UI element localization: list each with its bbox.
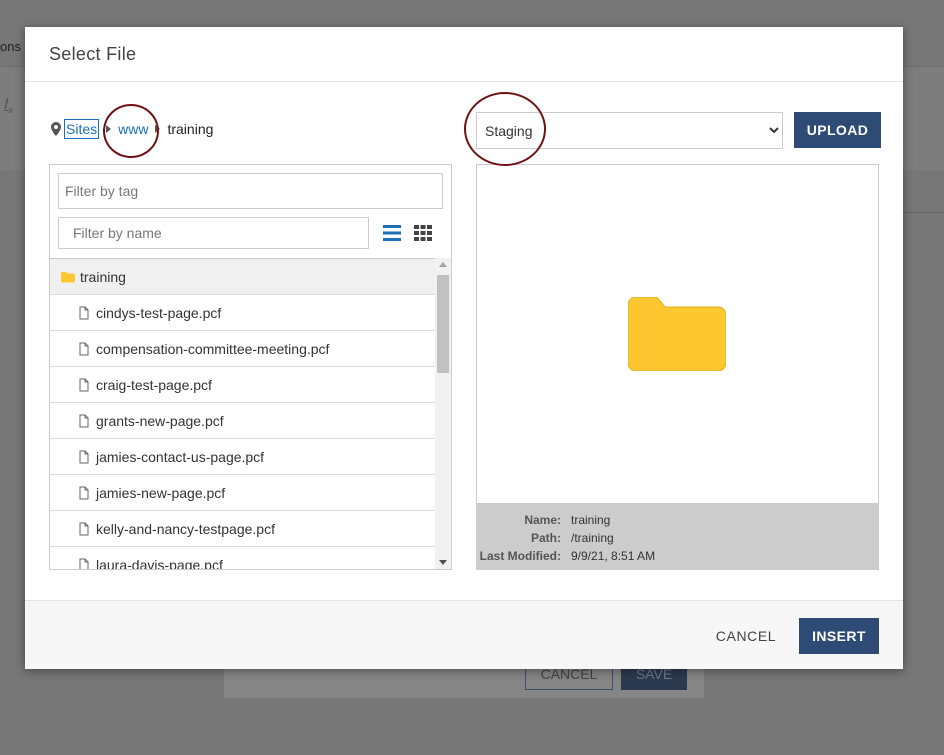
list-item[interactable]: craig-test-page.pcf: [50, 367, 435, 403]
breadcrumb-current: training: [167, 121, 214, 137]
file-icon: [79, 558, 89, 569]
list-item[interactable]: jamies-new-page.pcf: [50, 475, 435, 511]
list-item-folder[interactable]: training: [50, 259, 435, 295]
file-icon: [79, 306, 89, 319]
list-item[interactable]: grants-new-page.pcf: [50, 403, 435, 439]
list-item-label: laura-davis-page.pcf: [96, 556, 223, 570]
map-marker-icon: [51, 122, 61, 136]
info-value: /training: [571, 531, 614, 545]
clear-formatting-icon: Ix: [4, 96, 13, 116]
scrollbar-thumb[interactable]: [437, 275, 449, 373]
list-item-label: training: [80, 268, 126, 285]
info-row-modified: Last Modified: 9/9/21, 8:51 AM: [477, 547, 878, 565]
info-row-path: Path: /training: [477, 529, 878, 547]
info-label: Name:: [524, 513, 561, 527]
upload-button[interactable]: UPLOAD: [794, 112, 881, 148]
breadcrumb: Sites www training: [51, 118, 213, 140]
modal-title: Select File: [49, 44, 137, 64]
scroll-up-arrow-icon[interactable]: [439, 262, 447, 267]
background-divider: [903, 212, 944, 213]
modal-header: Select File: [25, 27, 903, 82]
file-icon: [79, 378, 89, 391]
info-label: Path:: [531, 531, 561, 545]
cancel-button[interactable]: CANCEL: [703, 619, 789, 653]
file-icon: [79, 522, 89, 535]
info-row-name: Name: training: [477, 511, 878, 529]
list-item-label: kelly-and-nancy-testpage.pcf: [96, 520, 275, 537]
info-label: Last Modified:: [479, 549, 561, 563]
list-item-label: jamies-new-page.pcf: [96, 484, 226, 501]
insert-button[interactable]: INSERT: [799, 618, 879, 654]
list-item-label: jamies-contact-us-page.pcf: [96, 448, 265, 465]
list-item-label: grants-new-page.pcf: [96, 412, 224, 429]
preview-panel: Name: training Path: /training Last Modi…: [476, 164, 879, 570]
background-partial-text: ons: [0, 39, 21, 54]
list-item-label: craig-test-page.pcf: [96, 376, 212, 393]
preview-info: Name: training Path: /training Last Modi…: [477, 503, 878, 569]
file-icon: [79, 450, 89, 463]
breadcrumb-separator-icon: [155, 125, 161, 133]
breadcrumb-separator-icon: [106, 125, 112, 133]
list-item[interactable]: cindys-test-page.pcf: [50, 295, 435, 331]
list-item[interactable]: compensation-committee-meeting.pcf: [50, 331, 435, 367]
list-item-label: compensation-committee-meeting.pcf: [96, 340, 330, 357]
list-view-icon[interactable]: [382, 223, 402, 243]
file-browser-panel: training cindys-test-page.pcf compensati…: [49, 164, 452, 570]
info-value: 9/9/21, 8:51 AM: [571, 549, 656, 563]
file-icon: [79, 342, 89, 355]
folder-icon: [628, 297, 726, 371]
list-item[interactable]: jamies-contact-us-page.pcf: [50, 439, 435, 475]
list-item[interactable]: kelly-and-nancy-testpage.pcf: [50, 511, 435, 547]
folder-icon: [61, 271, 75, 282]
breadcrumb-sites-link[interactable]: Sites: [64, 119, 100, 139]
file-icon: [79, 414, 89, 427]
list-item-label: cindys-test-page.pcf: [96, 304, 222, 321]
filter-by-tag-input[interactable]: [58, 173, 443, 209]
file-icon: [79, 486, 89, 499]
list-item[interactable]: laura-davis-page.pcf: [50, 547, 435, 569]
filter-by-name-input[interactable]: [58, 217, 369, 249]
select-file-modal: Select File Sites www training Filter by…: [25, 27, 903, 669]
file-list: training cindys-test-page.pcf compensati…: [50, 258, 435, 569]
breadcrumb-www-link[interactable]: www: [118, 121, 148, 137]
file-list-scrollbar[interactable]: [435, 258, 451, 569]
info-value: training: [571, 513, 611, 527]
modal-footer: CANCEL INSERT: [25, 600, 903, 669]
grid-view-icon[interactable]: [413, 223, 433, 243]
environment-select[interactable]: Staging: [476, 112, 783, 149]
scroll-down-arrow-icon[interactable]: [439, 560, 447, 565]
